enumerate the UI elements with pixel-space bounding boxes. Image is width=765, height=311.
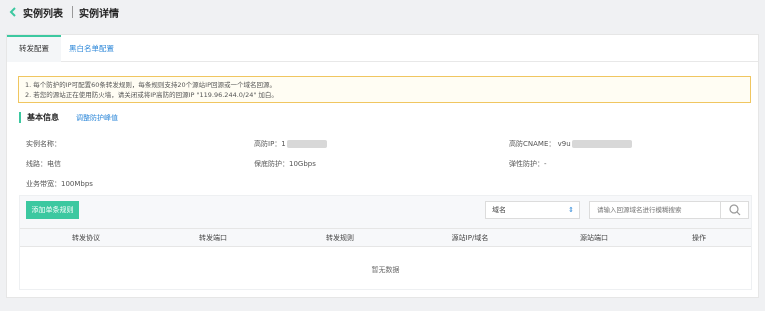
add-rule-button[interactable]: 添加单条规则 xyxy=(26,201,79,219)
search-type-value: 域名 xyxy=(492,206,506,214)
line-field: 线路：电信 xyxy=(26,160,61,168)
column-header: 转发规则 xyxy=(326,234,354,242)
redacted-ip xyxy=(286,140,327,148)
notice-line-1: 1. 每个防护的IP可配置60条转发规则，每条规则支持20个源站IP回源或一个域… xyxy=(25,81,276,89)
table-header: 转发协议 转发端口 转发规则 源站IP/域名 源站端口 操作 xyxy=(20,228,751,247)
bandwidth-field: 业务带宽：100Mbps xyxy=(26,180,93,188)
tab-bar: 转发配置 黑白名单配置 xyxy=(7,35,758,62)
notice-line-2: 2. 若您的源站正在使用防火墙，请关闭或将IP高防的回源IP "119.96.2… xyxy=(25,91,278,99)
section-marker xyxy=(19,112,21,123)
select-arrows-icon: ⇕ xyxy=(568,206,574,214)
high-defense-ip-field: 高防IP：1 xyxy=(254,139,327,149)
detail-panel: 转发配置 黑白名单配置 1. 每个防护的IP可配置60条转发规则，每条规则支持2… xyxy=(6,34,759,298)
instance-name-field: 实例名称： xyxy=(26,140,61,148)
column-header: 源站IP/域名 xyxy=(451,234,489,242)
table-body: 暂无数据 xyxy=(20,247,751,289)
column-header: 源站端口 xyxy=(580,234,608,242)
cname-field: 高防CNAME： v9u xyxy=(509,139,632,149)
breadcrumb-instance-detail: 实例详情 xyxy=(79,9,119,20)
breadcrumb-separator xyxy=(72,6,73,18)
column-header: 操作 xyxy=(692,234,706,242)
search-icon[interactable] xyxy=(720,202,748,218)
top-bar: 实例列表 实例详情 xyxy=(0,0,765,25)
tab-blacklist-whitelist[interactable]: 黑白名单配置 xyxy=(69,35,114,62)
section-title: 基本信息 xyxy=(27,113,59,122)
empty-state: 暂无数据 xyxy=(371,266,400,274)
column-header: 转发协议 xyxy=(72,234,100,242)
rules-area: 添加单条规则 域名 ⇕ 转发协议 转发端口 转发规则 源站IP/域名 源站端口 … xyxy=(19,195,752,290)
guaranteed-protection-field: 保底防护：10Gbps xyxy=(254,160,316,168)
redacted-cname xyxy=(571,140,632,148)
search-input[interactable] xyxy=(590,202,720,218)
breadcrumb-instance-list[interactable]: 实例列表 xyxy=(23,5,63,20)
tab-forward-config[interactable]: 转发配置 xyxy=(7,35,61,62)
elastic-protection-field: 弹性防护：- xyxy=(509,160,547,168)
cname-label: 高防CNAME： v9u xyxy=(509,140,571,148)
column-header: 转发端口 xyxy=(199,234,227,242)
notice-box: 1. 每个防护的IP可配置60条转发规则，每条规则支持20个源站IP回源或一个域… xyxy=(18,76,751,103)
high-defense-ip-label: 高防IP：1 xyxy=(254,140,286,148)
search-type-select[interactable]: 域名 ⇕ xyxy=(485,201,580,219)
chevron-left-icon[interactable] xyxy=(7,5,19,19)
search-box xyxy=(589,201,749,219)
adjust-peak-link[interactable]: 调整防护峰值 xyxy=(76,113,118,123)
